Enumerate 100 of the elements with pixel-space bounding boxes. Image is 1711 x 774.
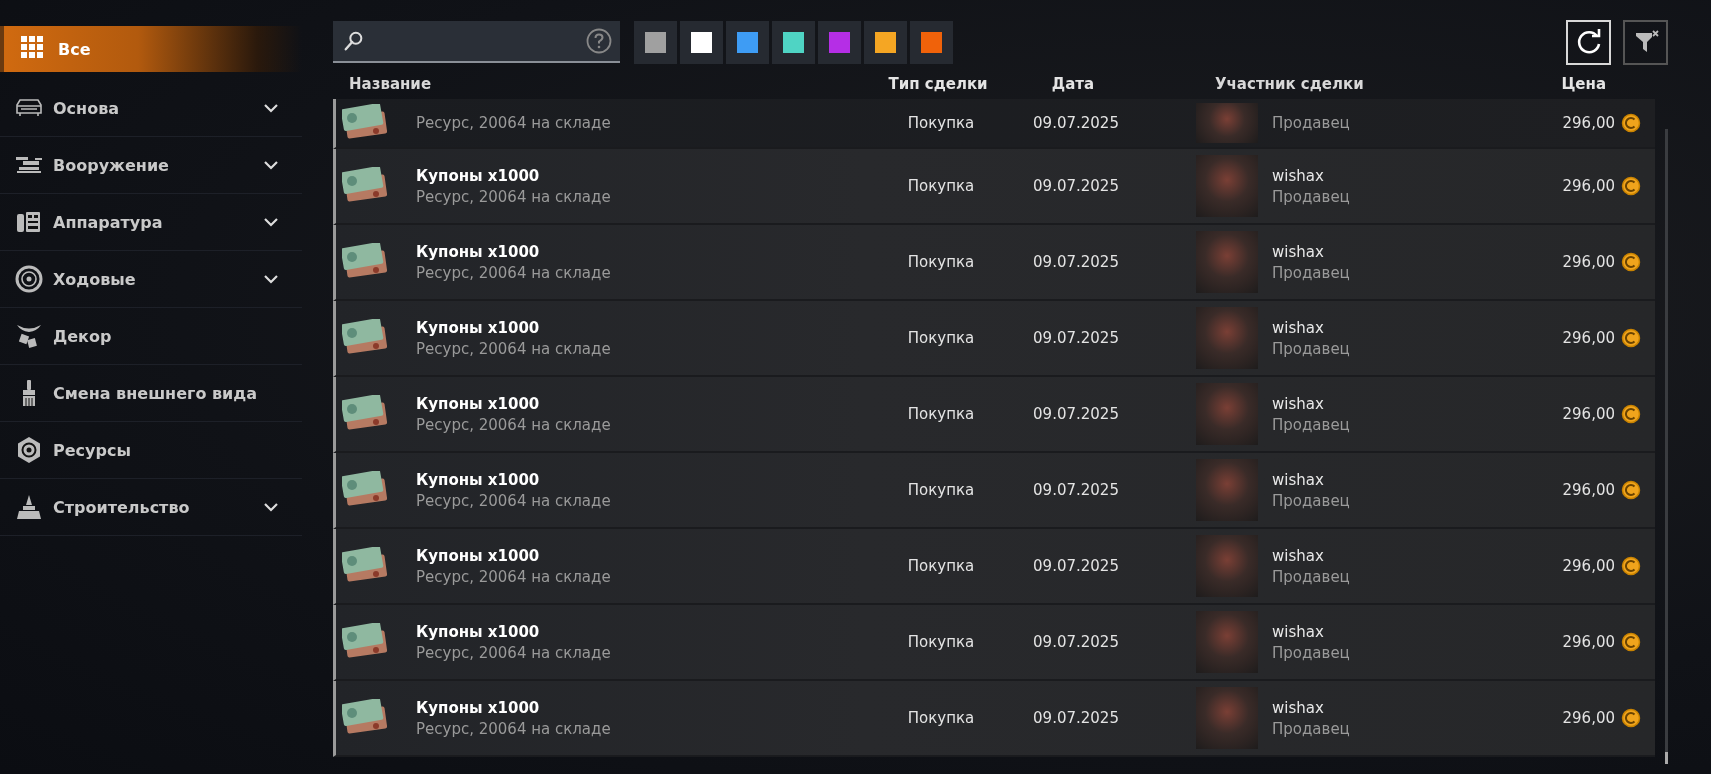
avatar-image [1196, 535, 1258, 597]
item-detail: Ресурс, 20064 на складе [416, 719, 611, 738]
sidebar-item[interactable]: Аппаратура [0, 194, 302, 251]
table-row[interactable]: Купоны x1000 Ресурс, 20064 на складе Покупка 09.07.2025 wishax Продавец 296,00 [333, 149, 1655, 225]
deal-type: Покупка [907, 253, 975, 271]
color-filter-button[interactable] [680, 20, 723, 64]
player-name: wishax [1272, 622, 1325, 641]
table-row[interactable]: Купоны x1000 Ресурс, 20064 на складе Покупка 09.07.2025 wishax Продавец 296,00 [333, 453, 1655, 529]
deal-type: Покупка [907, 709, 975, 727]
player-role: Продавец [1272, 719, 1350, 738]
refresh-button[interactable] [1566, 19, 1611, 65]
deal-date: 09.07.2025 [1033, 329, 1119, 347]
item-detail: Ресурс, 20064 на складе [416, 415, 611, 434]
table-row[interactable]: Купоны x1000 Ресурс, 20064 на складе Покупка 09.07.2025 wishax Продавец 296,00 [333, 301, 1655, 377]
deal-date: 09.07.2025 [1033, 557, 1119, 575]
sidebar-item[interactable]: Ресурсы [0, 422, 302, 479]
player-name: wishax [1272, 242, 1325, 261]
table-row[interactable]: Купоны x1000 Ресурс, 20064 на складе Покупка 09.07.2025 wishax Продавец 296,00 [333, 377, 1655, 453]
column-header[interactable]: Участник сделки [1215, 75, 1364, 93]
player-name: wishax [1272, 698, 1325, 717]
deal-date: 09.07.2025 [1033, 253, 1119, 271]
help-icon[interactable] [586, 28, 612, 54]
avatar-image [1196, 155, 1258, 217]
coin-icon [1621, 176, 1641, 196]
avatar-image [1196, 307, 1258, 369]
price: 296,00 [1562, 114, 1615, 132]
column-header[interactable]: Название [349, 75, 432, 93]
item-name: Купоны x1000 [416, 166, 541, 185]
deal-type: Покупка [907, 114, 975, 132]
column-header[interactable]: Тип сделки [888, 75, 988, 93]
deal-type: Покупка [907, 481, 975, 499]
item-detail: Ресурс, 20064 на складе [416, 187, 611, 206]
price: 296,00 [1562, 709, 1615, 727]
decor-icon [15, 322, 43, 350]
player-role: Продавец [1272, 415, 1350, 434]
player-name: wishax [1272, 166, 1325, 185]
price: 296,00 [1562, 633, 1615, 651]
item-detail: Ресурс, 20064 на складе [416, 339, 611, 358]
player-name: wishax [1272, 470, 1325, 489]
table-row[interactable]: Купоны x1000 Ресурс, 20064 на складе Покупка 09.07.2025 wishax Продавец 296,00 [333, 529, 1655, 605]
item-name: Купоны x1000 [416, 242, 541, 261]
price: 296,00 [1562, 253, 1615, 271]
color-filter-button[interactable] [726, 20, 769, 64]
coin-icon [1621, 632, 1641, 652]
scrollbar[interactable] [1665, 129, 1668, 764]
table-row[interactable]: Купоны x1000 Ресурс, 20064 на складе Покупка 09.07.2025 wishax Продавец 296,00 [333, 681, 1655, 757]
search-icon [343, 30, 365, 52]
player-role: Продавец [1272, 114, 1350, 132]
deal-date: 09.07.2025 [1033, 177, 1119, 195]
sidebar-item[interactable]: Строительство [0, 479, 302, 536]
player-name: wishax [1272, 394, 1325, 413]
sidebar-item[interactable]: Основа [0, 80, 302, 137]
coin-icon [1621, 708, 1641, 728]
deal-date: 09.07.2025 [1033, 481, 1119, 499]
coin-icon [1621, 113, 1641, 133]
column-header[interactable]: Цена [1561, 75, 1606, 93]
player-role: Продавец [1272, 339, 1350, 358]
avatar-image [1196, 383, 1258, 445]
item-name: Купоны x1000 [416, 546, 541, 565]
item-name: Купоны x1000 [416, 622, 541, 641]
player-role: Продавец [1272, 643, 1350, 662]
deal-type: Покупка [907, 177, 975, 195]
deal-date: 09.07.2025 [1033, 709, 1119, 727]
item-detail: Ресурс, 20064 на складе [416, 567, 611, 586]
color-filter-button[interactable] [864, 20, 907, 64]
color-filter-button[interactable] [910, 20, 953, 64]
item-name: Купоны x1000 [416, 318, 541, 337]
table-row[interactable]: Купоны x1000 Ресурс, 20064 на складе Покупка 09.07.2025 wishax Продавец 296,00 [333, 225, 1655, 301]
deal-type: Покупка [907, 557, 975, 575]
color-filter-button[interactable] [772, 20, 815, 64]
deal-date: 09.07.2025 [1033, 633, 1119, 651]
sidebar-item[interactable]: Смена внешнего вида [0, 365, 302, 422]
player-role: Продавец [1272, 187, 1350, 206]
coin-icon [1621, 556, 1641, 576]
player-role: Продавец [1272, 491, 1350, 510]
deal-type: Покупка [907, 329, 975, 347]
sidebar-item[interactable]: Декор [0, 308, 302, 365]
coin-icon [1621, 404, 1641, 424]
avatar-image [1196, 459, 1258, 521]
sidebar-item[interactable]: Ходовые [0, 251, 302, 308]
deal-date: 09.07.2025 [1033, 114, 1119, 132]
column-header[interactable]: Дата [1051, 75, 1095, 93]
avatar-image [1196, 687, 1258, 749]
item-name: Купоны x1000 [416, 470, 541, 489]
coin-icon [1621, 328, 1641, 348]
item-detail: Ресурс, 20064 на складе [416, 114, 611, 132]
price: 296,00 [1562, 329, 1615, 347]
deal-type: Покупка [907, 633, 975, 651]
item-detail: Ресурс, 20064 на складе [416, 263, 611, 282]
price: 296,00 [1562, 481, 1615, 499]
color-filter-button[interactable] [634, 20, 677, 64]
table-row[interactable]: Ресурс, 20064 на складе Покупка 09.07.2025 Продавец 296,00 [333, 99, 1655, 149]
table-row[interactable]: Купоны x1000 Ресурс, 20064 на складе Покупка 09.07.2025 wishax Продавец 296,00 [333, 605, 1655, 681]
search-field[interactable] [333, 21, 620, 63]
avatar-image [1196, 103, 1258, 143]
sidebar-item[interactable]: Вооружение [0, 137, 302, 194]
avatar-image [1196, 231, 1258, 293]
color-filter-button[interactable] [818, 20, 861, 64]
price: 296,00 [1562, 177, 1615, 195]
clear-filter-button[interactable] [1623, 19, 1668, 65]
